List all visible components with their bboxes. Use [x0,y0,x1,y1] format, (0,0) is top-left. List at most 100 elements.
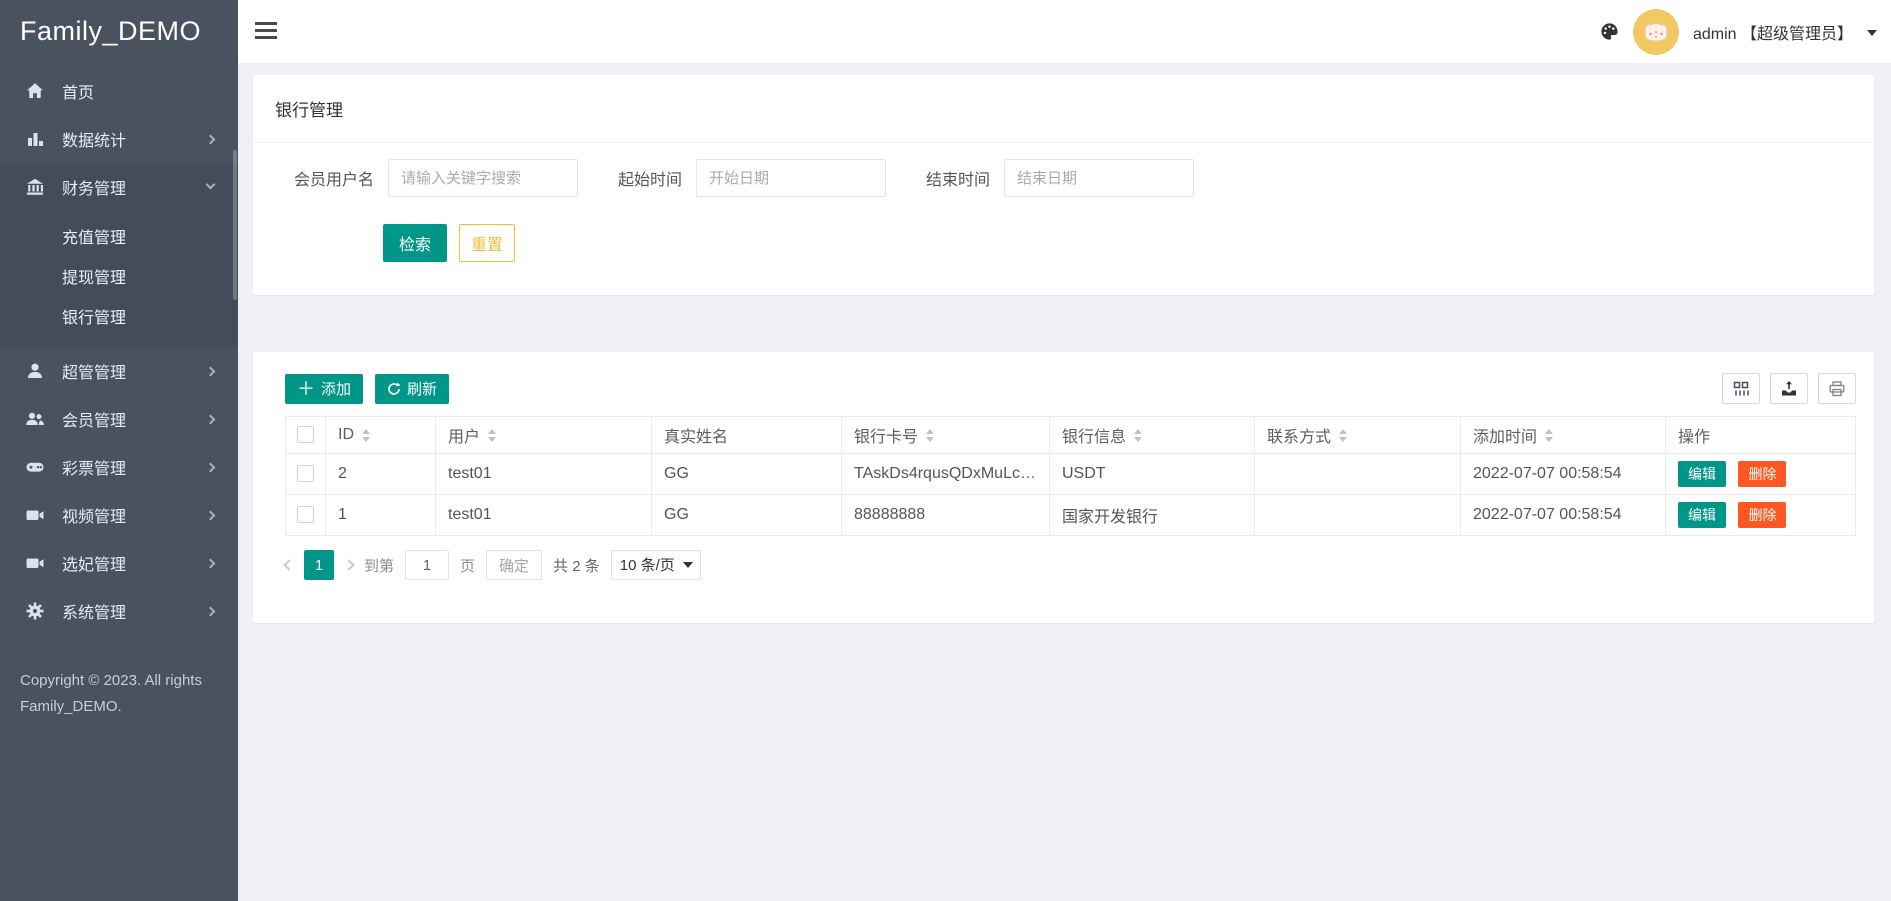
cell-contact [1255,495,1461,536]
row-checkbox[interactable] [297,465,314,482]
sidebar-item-label: 财务管理 [62,175,126,199]
sidebar-subitem-recharge[interactable]: 充值管理 [0,219,238,259]
page-number-input[interactable] [405,550,449,580]
pagination: 1 到第 页 确定 共 2 条 10 条/页 [285,550,1856,580]
print-button[interactable] [1818,373,1856,404]
page-size-select[interactable]: 10 条/页 [611,550,701,580]
start-date-input[interactable] [696,159,886,197]
theme-palette-icon[interactable] [1600,22,1619,41]
filter-row: 会员用户名 起始时间 结束时间 [253,143,1874,197]
add-button-label: 添加 [321,378,351,399]
cell-time: 2022-07-07 00:58:54 [1461,495,1666,536]
edit-button[interactable]: 编辑 [1678,502,1726,528]
current-page-button[interactable]: 1 [304,550,334,580]
cell-user: test01 [436,454,652,495]
topbar-right: admin 【超级管理员】 [1600,0,1877,63]
cell-bank: 国家开发银行 [1050,495,1255,536]
sidebar-item-system[interactable]: 系统管理 [0,587,238,635]
sidebar-item-finance[interactable]: 财务管理 [0,163,238,211]
cell-realname: GG [652,495,842,536]
chevron-down-icon [206,180,216,190]
chevron-right-icon [206,510,216,520]
refresh-button[interactable]: 刷新 [375,374,449,404]
sort-icon[interactable] [1545,429,1553,442]
export-button[interactable] [1770,373,1808,404]
sidebar-item-members[interactable]: 会员管理 [0,395,238,443]
confirm-page-button[interactable]: 确定 [486,550,542,580]
sort-icon[interactable] [362,429,370,442]
gamepad-icon [24,457,46,477]
table-row: 1 test01 GG 88888888 国家开发银行 2022-07-07 0… [286,495,1856,536]
sort-icon[interactable] [1339,429,1347,442]
main-content: 银行管理 会员用户名 起始时间 结束时间 检索 重置 ＋ 添加 [238,63,1891,901]
sidebar-item-label: 首页 [62,79,94,103]
sidebar-item-superadmin[interactable]: 超管管理 [0,347,238,395]
column-header-user[interactable]: 用户 [436,417,652,454]
end-time-label: 结束时间 [926,166,990,190]
cell-id: 1 [326,495,436,536]
finance-submenu: 充值管理 提现管理 银行管理 [0,211,238,347]
goto-prefix-label: 到第 [364,555,394,576]
chevron-right-icon [206,558,216,568]
sidebar-subitem-withdraw[interactable]: 提现管理 [0,259,238,299]
delete-button[interactable]: 删除 [1738,502,1786,528]
sort-icon[interactable] [926,429,934,442]
cell-user: test01 [436,495,652,536]
sidebar-item-home[interactable]: 首页 [0,67,238,115]
cell-card: 88888888 [842,495,1050,536]
sidebar-item-label: 彩票管理 [62,455,126,479]
select-all-checkbox[interactable] [297,426,314,443]
sort-icon[interactable] [1134,429,1142,442]
username-input[interactable] [388,159,578,197]
filter-card: 银行管理 会员用户名 起始时间 结束时间 检索 重置 [253,75,1874,295]
chevron-right-icon [206,606,216,616]
sidebar-subitem-bank[interactable]: 银行管理 [0,299,238,339]
start-time-label: 起始时间 [618,166,682,190]
sidebar-item-label: 系统管理 [62,599,126,623]
delete-button[interactable]: 删除 [1738,461,1786,487]
page-size-select-wrap: 10 条/页 [611,550,701,580]
sidebar-item-concubine[interactable]: 选妃管理 [0,539,238,587]
add-button[interactable]: ＋ 添加 [285,374,363,404]
row-checkbox[interactable] [297,506,314,523]
filter-group-start-time: 起始时间 [618,159,886,197]
edit-button[interactable]: 编辑 [1678,461,1726,487]
users-icon [24,409,46,429]
sidebar-scrollbar[interactable] [233,150,237,300]
filter-group-end-time: 结束时间 [926,159,1194,197]
sort-icon[interactable] [488,429,496,442]
sidebar-item-lottery[interactable]: 彩票管理 [0,443,238,491]
reset-button[interactable]: 重置 [459,224,515,262]
columns-filter-button[interactable] [1722,373,1760,404]
bank-icon [24,177,46,197]
sidebar-item-video[interactable]: 视频管理 [0,491,238,539]
next-page-button[interactable] [343,559,354,570]
search-button[interactable]: 检索 [383,224,447,262]
prev-page-button[interactable] [283,559,294,570]
filter-group-username: 会员用户名 [294,159,578,197]
chevron-right-icon [206,414,216,424]
chart-icon [24,129,46,149]
chevron-down-icon [1867,30,1877,36]
menu-toggle-icon[interactable] [255,22,277,43]
user-menu[interactable]: admin 【超级管理员】 [1693,20,1853,44]
column-header-id[interactable]: ID [326,417,436,454]
avatar[interactable] [1633,9,1679,55]
sidebar-nav: 首页 数据统计 财务管理 充值管理 提现管理 银行管理 超管管理 [0,63,238,635]
table-card: ＋ 添加 刷新 [253,352,1874,623]
column-header-bank[interactable]: 银行信息 [1050,417,1255,454]
column-header-time[interactable]: 添加时间 [1461,417,1666,454]
video-camera-icon [24,553,46,573]
bank-table: ID 用户 真实姓名 银行卡号 银行信息 联系方式 添加时间 操作 2 test… [285,416,1856,536]
column-header-contact[interactable]: 联系方式 [1255,417,1461,454]
end-date-input[interactable] [1004,159,1194,197]
cell-contact [1255,454,1461,495]
sidebar-item-statistics[interactable]: 数据统计 [0,115,238,163]
page-title: 银行管理 [253,75,1874,142]
cell-time: 2022-07-07 00:58:54 [1461,454,1666,495]
table-toolbar: ＋ 添加 刷新 [285,373,1856,404]
video-camera-icon [24,505,46,525]
topbar: admin 【超级管理员】 [238,0,1891,63]
column-header-card[interactable]: 银行卡号 [842,417,1050,454]
chevron-right-icon [206,366,216,376]
